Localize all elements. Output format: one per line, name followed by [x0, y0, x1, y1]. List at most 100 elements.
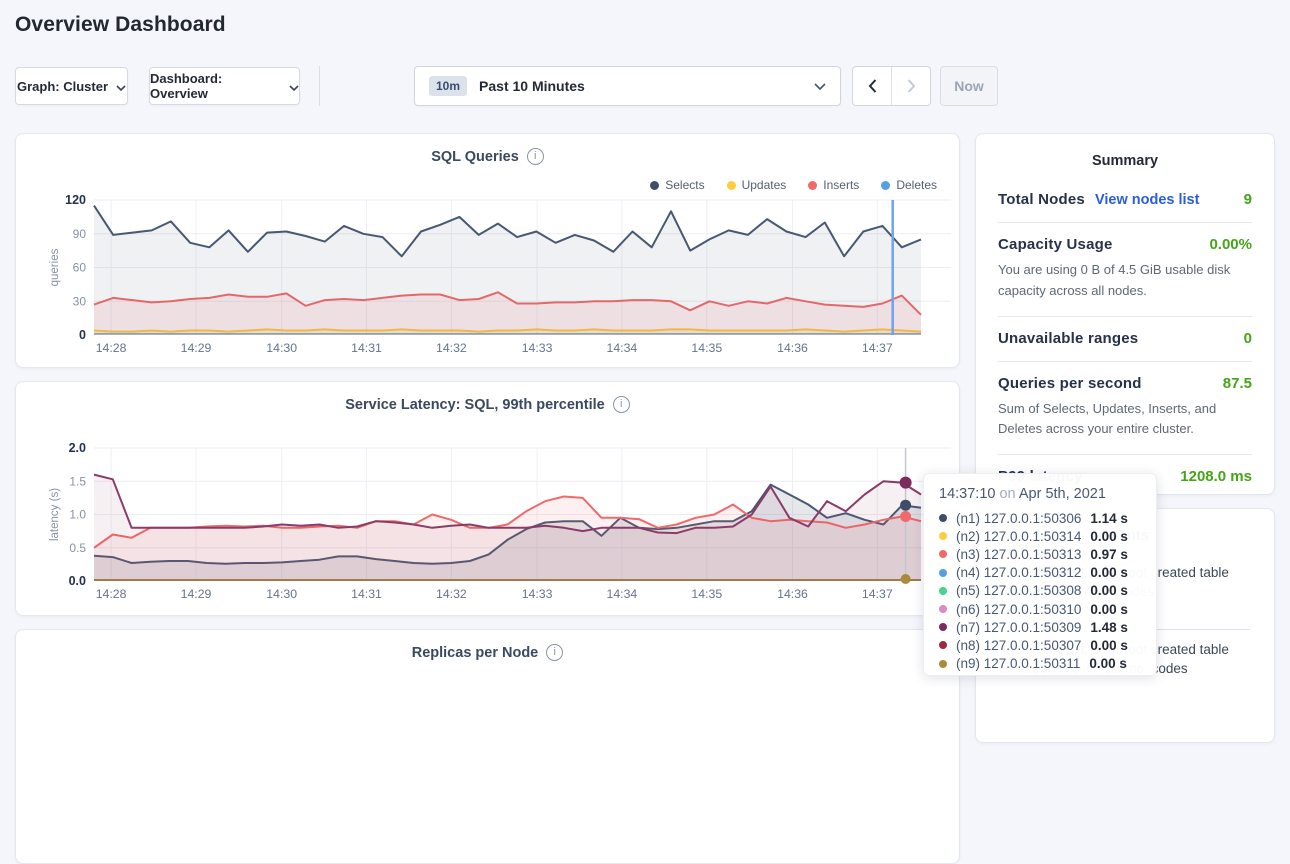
legend-dot [808, 181, 817, 190]
capacity-usage-desc: You are using 0 B of 4.5 GiB usable disk… [998, 260, 1252, 302]
summary-panel: Summary Total Nodes View nodes list 9 Ca… [975, 133, 1275, 495]
time-range-label: Past 10 Minutes [479, 78, 585, 94]
svg-text:120: 120 [65, 194, 86, 207]
series-dot [939, 623, 947, 631]
now-button[interactable]: Now [940, 66, 998, 106]
svg-text:14:31: 14:31 [351, 587, 382, 601]
replicas-per-node-card: Replicas per Node i [15, 629, 960, 864]
chevron-down-icon [289, 79, 299, 94]
capacity-usage-value: 0.00% [1209, 236, 1252, 253]
qps-label: Queries per second [998, 375, 1142, 392]
tooltip-row: (n7) 127.0.0.1:503091.48 s [939, 618, 1141, 636]
svg-text:0.5: 0.5 [69, 541, 86, 555]
legend-dot [650, 181, 659, 190]
chart-hover-tooltip: 14:37:10 on Apr 5th, 2021 (n1) 127.0.0.1… [923, 473, 1157, 676]
dashboard-dropdown[interactable]: Dashboard: Overview [149, 67, 300, 105]
svg-text:14:37: 14:37 [862, 341, 893, 355]
svg-text:14:35: 14:35 [691, 341, 722, 355]
svg-text:14:35: 14:35 [691, 587, 722, 601]
svg-text:90: 90 [73, 227, 87, 241]
qps-desc: Sum of Selects, Updates, Inserts, and De… [998, 399, 1252, 441]
svg-text:14:31: 14:31 [351, 341, 382, 355]
time-range-dropdown[interactable]: 10m Past 10 Minutes [414, 66, 841, 106]
sql-queries-plot[interactable]: 14:28 14:29 14:30 14:31 14:32 14:33 14:34 14:35… [32, 194, 962, 366]
svg-text:14:29: 14:29 [181, 341, 212, 355]
legend-item-inserts[interactable]: Inserts [808, 178, 859, 192]
tooltip-row: (n3) 127.0.0.1:503130.97 s [939, 545, 1141, 563]
svg-text:0.0: 0.0 [69, 574, 86, 588]
tooltip-row: (n1) 127.0.0.1:503061.14 s [939, 509, 1141, 527]
legend-item-selects[interactable]: Selects [650, 178, 704, 192]
series-dot [939, 550, 947, 558]
svg-text:1.0: 1.0 [69, 508, 86, 522]
unavailable-ranges-value: 0 [1244, 330, 1252, 347]
p99-latency-value: 1208.0 ms [1180, 468, 1252, 485]
legend-item-updates[interactable]: Updates [727, 178, 787, 192]
view-nodes-list-link[interactable]: View nodes list [1095, 192, 1200, 208]
tooltip-row: (n2) 127.0.0.1:503140.00 s [939, 527, 1141, 545]
capacity-usage-label: Capacity Usage [998, 236, 1113, 253]
svg-text:14:30: 14:30 [266, 587, 297, 601]
service-latency-plot[interactable]: 14:28 14:29 14:30 14:31 14:32 14:33 14:34 14:35… [32, 442, 962, 612]
replicas-per-node-title: Replicas per Node [412, 645, 539, 661]
series-dot [939, 514, 947, 522]
svg-text:14:28: 14:28 [96, 587, 127, 601]
svg-text:latency (s): latency (s) [49, 488, 61, 541]
qps-value: 87.5 [1223, 375, 1252, 392]
series-dot [939, 587, 947, 595]
series-dot [939, 641, 947, 649]
svg-text:14:36: 14:36 [777, 341, 808, 355]
summary-row-qps: Queries per second 87.5 Sum of Selects, … [998, 362, 1252, 456]
summary-row-total-nodes: Total Nodes View nodes list 9 [998, 178, 1252, 223]
summary-title: Summary [998, 134, 1252, 178]
legend-dot [727, 181, 736, 190]
svg-text:14:37: 14:37 [862, 587, 893, 601]
graph-dropdown[interactable]: Graph: Cluster [15, 67, 128, 105]
total-nodes-value: 9 [1244, 191, 1252, 208]
chevron-down-icon [116, 79, 126, 94]
info-icon[interactable]: i [546, 644, 563, 661]
tooltip-row: (n4) 127.0.0.1:503120.00 s [939, 564, 1141, 582]
legend-item-deletes[interactable]: Deletes [881, 178, 937, 192]
series-dot [939, 569, 947, 577]
info-icon[interactable]: i [527, 148, 544, 165]
summary-row-unavailable: Unavailable ranges 0 [998, 317, 1252, 362]
sql-queries-title: SQL Queries [431, 149, 519, 165]
time-pager [852, 66, 931, 106]
page-title: Overview Dashboard [15, 13, 226, 37]
info-icon[interactable]: i [613, 396, 630, 413]
series-dot [939, 532, 947, 540]
chevron-down-icon [814, 77, 826, 95]
tooltip-timestamp: 14:37:10 on Apr 5th, 2021 [939, 486, 1141, 502]
svg-text:14:30: 14:30 [266, 341, 297, 355]
sql-queries-card: SQL Queries i Selects Updates Inserts De… [15, 133, 960, 368]
series-dot [939, 605, 947, 613]
svg-text:14:36: 14:36 [777, 587, 808, 601]
series-dot [939, 660, 947, 668]
unavailable-ranges-label: Unavailable ranges [998, 330, 1138, 347]
legend-dot [881, 181, 890, 190]
svg-text:14:32: 14:32 [436, 341, 467, 355]
svg-text:30: 30 [73, 294, 87, 308]
svg-text:60: 60 [73, 261, 87, 275]
tooltip-row: (n5) 127.0.0.1:503080.00 s [939, 582, 1141, 600]
svg-text:queries: queries [49, 248, 61, 286]
next-interval-button[interactable] [891, 67, 930, 105]
svg-text:2.0: 2.0 [69, 442, 86, 455]
svg-text:14:29: 14:29 [181, 587, 212, 601]
service-latency-title: Service Latency: SQL, 99th percentile [345, 397, 605, 413]
summary-row-capacity: Capacity Usage 0.00% You are using 0 B o… [998, 223, 1252, 317]
total-nodes-label: Total Nodes [998, 191, 1085, 208]
sql-queries-legend: Selects Updates Inserts Deletes [650, 178, 937, 192]
graph-dropdown-label: Graph: Cluster [17, 79, 108, 94]
prev-interval-button[interactable] [853, 67, 891, 105]
svg-text:14:32: 14:32 [436, 587, 467, 601]
svg-text:14:33: 14:33 [522, 341, 553, 355]
svg-text:14:28: 14:28 [96, 341, 127, 355]
svg-text:14:34: 14:34 [607, 341, 638, 355]
svg-text:1.5: 1.5 [69, 474, 86, 488]
tooltip-row: (n9) 127.0.0.1:503110.00 s [939, 655, 1141, 673]
svg-text:14:34: 14:34 [607, 587, 638, 601]
svg-text:14:33: 14:33 [522, 587, 553, 601]
svg-text:0: 0 [79, 328, 86, 342]
